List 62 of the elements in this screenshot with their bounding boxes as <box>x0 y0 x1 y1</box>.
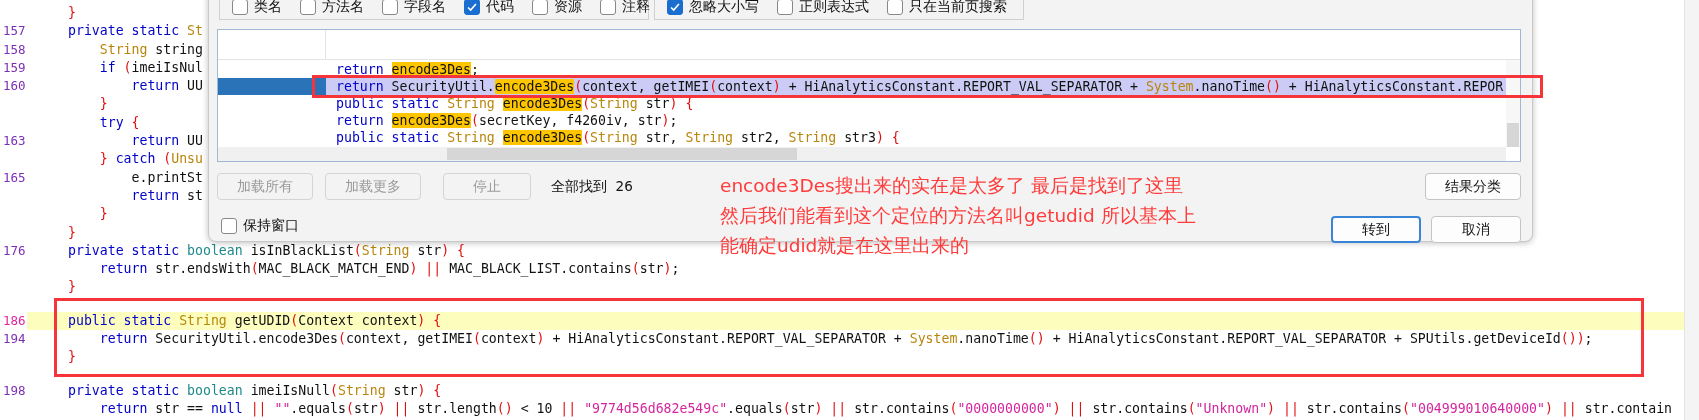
line-number: 198 <box>2 381 27 400</box>
result-count: 全部找到 26 <box>551 177 633 196</box>
result-line[interactable]: public static String encode3Des(String str, String str2, String str3) { <box>326 129 1506 146</box>
code-line: return UU <box>130 78 203 94</box>
code-line: e.printSt <box>130 169 203 185</box>
line-number: 186 <box>2 311 27 330</box>
checkbox-icon[interactable] <box>532 0 548 15</box>
result-line[interactable]: return encode3Des(secretKey, f4260iv, str); <box>326 112 1506 129</box>
checkbox-icon[interactable] <box>777 0 793 15</box>
code-line: return SecurityUtil.encode3Des(context, getIMEI(context) + HiAnalyticsConstant.REPORT_VAL_SEPARATOR + System.nanoTime() + HiAnalyticsConstant.REPORT_VAL_SEPARATOR + SPUtils.getDeviceId()); <box>98 331 1593 347</box>
checkbox-icon[interactable] <box>887 0 903 15</box>
annotation-text: 能确定udid就是在这里出来的 <box>720 234 971 258</box>
code-line: public static String getUDID(Context context) { <box>68 312 442 328</box>
scrollbar[interactable] <box>1684 0 1699 420</box>
code-line: } <box>68 5 76 20</box>
row-marker[interactable] <box>218 78 326 95</box>
checkbox-icon[interactable] <box>382 0 398 15</box>
checkbox-icon[interactable] <box>300 0 316 15</box>
line-number: 165 <box>2 168 27 187</box>
code-line: } <box>98 96 108 112</box>
go-button[interactable]: 转到 <box>1331 216 1421 243</box>
line-number: 158 <box>2 40 27 59</box>
code-line: return st <box>130 187 203 203</box>
code-line: String string <box>98 41 203 57</box>
line-number: 176 <box>2 241 27 260</box>
option-checkbox[interactable]: 只在当前页搜索 <box>887 0 1007 16</box>
annotation-text: encode3Des搜出来的实在是太多了 最后是找到了这里 <box>720 174 1184 198</box>
code-line: private static boolean imeiIsNull(String str) { <box>68 382 442 398</box>
cancel-button[interactable]: 取消 <box>1431 216 1521 243</box>
checkbox-icon[interactable] <box>600 0 616 15</box>
keep-window-checkbox[interactable]: 保持窗口 <box>221 217 720 235</box>
checkbox-icon[interactable] <box>667 0 683 15</box>
scrollbar[interactable] <box>218 147 1506 161</box>
filter-checkbox[interactable]: 注释 <box>600 0 650 16</box>
filter-checkbox[interactable]: 资源 <box>532 0 582 16</box>
code-line: } <box>68 349 76 365</box>
line-number: 160 <box>2 77 27 96</box>
categorize-button[interactable]: 结果分类 <box>1425 173 1521 200</box>
filter-checkbox[interactable]: 代码 <box>464 0 514 16</box>
line-number: 163 <box>2 132 27 151</box>
scrollbar[interactable] <box>1506 60 1520 147</box>
annotation-text: 然后我们能看到这个定位的方法名叫getudid 所以基本上 <box>720 204 1197 228</box>
code-line: private static boolean isInBlackList(String str) { <box>68 242 466 258</box>
checkbox-icon[interactable] <box>464 0 480 15</box>
line-number: 194 <box>2 330 27 349</box>
code-line: return str.endsWith(MAC_BLACK_MATCH_END) || MAC_BLACK_LIST.contains(str); <box>98 261 680 277</box>
code-line: return UU <box>130 133 203 149</box>
option-checkbox[interactable]: 忽略大小写 <box>667 0 759 16</box>
code-line: try { <box>98 114 140 130</box>
line-number: 159 <box>2 58 27 77</box>
code-line: private static St <box>68 23 203 39</box>
code-line: } <box>68 279 76 295</box>
code-line: return str == null || "".equals(str) || str.length() < 10 || "9774d56d682e549c".equals(str) || str.contains("0000000000") || str.contains("Unknown") || str.contains("004999010640000") || str.contain <box>98 400 1673 416</box>
code-line: } catch (Unsu <box>98 151 203 167</box>
option-checkbox[interactable]: 正则表达式 <box>777 0 869 16</box>
filter-checkbox[interactable]: 类名 <box>232 0 282 16</box>
code-line: if (imeiIsNul <box>98 59 203 75</box>
checkbox-icon[interactable] <box>232 0 248 15</box>
checkbox-icon[interactable] <box>221 218 237 234</box>
code-line: } <box>98 206 108 222</box>
code-line: } <box>68 224 76 240</box>
line-number: 157 <box>2 22 27 41</box>
